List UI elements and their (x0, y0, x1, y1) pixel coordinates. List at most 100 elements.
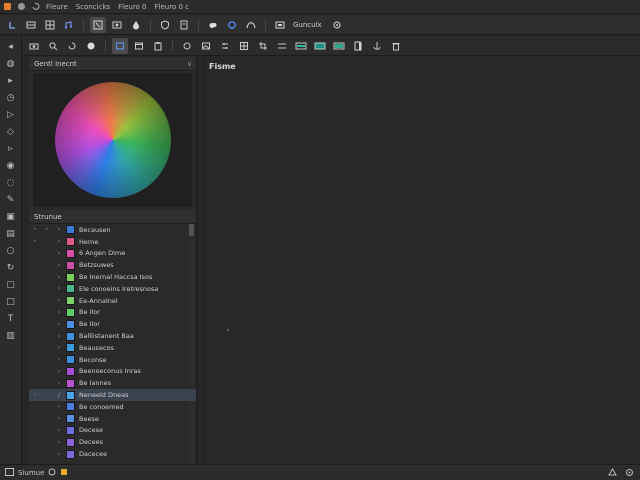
visibility-icon[interactable]: • (29, 392, 41, 399)
movie-icon[interactable] (109, 17, 125, 33)
circle-icon[interactable] (224, 17, 240, 33)
eye-tool-icon[interactable]: ◉ (3, 158, 19, 173)
expand-chevron-icon[interactable]: › (52, 403, 66, 410)
expand-chevron-icon[interactable]: › (52, 333, 66, 340)
layer-row[interactable]: › Dacecee (29, 448, 196, 460)
layers-icon[interactable] (23, 17, 39, 33)
layout-teal-1-icon[interactable] (293, 38, 309, 54)
panel-collapse-icon[interactable]: ∨ (187, 57, 192, 71)
lasso-tool-icon[interactable]: ◌ (3, 175, 19, 190)
layer-row[interactable]: • / Neneeld Dneas (29, 389, 196, 401)
expand-chevron-icon[interactable]: › (52, 321, 66, 328)
square-tool-icon[interactable]: □ (3, 294, 19, 309)
layer-row[interactable]: › 6 Angen Dime (29, 248, 196, 260)
app-logo-icon[interactable] (0, 0, 14, 14)
expand-chevron-icon[interactable]: › (52, 226, 66, 233)
layer-row[interactable]: › Decese (29, 425, 196, 437)
align-icon[interactable] (274, 38, 290, 54)
layer-row[interactable]: › Be Ilor (29, 318, 196, 330)
expand-chevron-icon[interactable]: › (52, 439, 66, 446)
settings-icon[interactable] (329, 17, 345, 33)
layout-teal-2-icon[interactable] (312, 38, 328, 54)
clipboard-icon[interactable] (150, 38, 166, 54)
play-tool-icon[interactable]: ◂ (3, 39, 19, 54)
menu-item-4[interactable]: Fleuro 0 c (151, 0, 193, 14)
expand-chevron-icon[interactable]: › (52, 309, 66, 316)
tag-tool-icon[interactable]: ◇ (3, 124, 19, 139)
layer-row[interactable]: › Decees (29, 436, 196, 448)
globe-icon[interactable] (83, 38, 99, 54)
window-icon[interactable] (131, 38, 147, 54)
sync-status-icon[interactable] (608, 468, 617, 478)
anchor-icon[interactable] (369, 38, 385, 54)
color-wheel[interactable] (54, 82, 171, 198)
cloud-sync-icon[interactable] (205, 17, 221, 33)
cloud-icon[interactable] (14, 0, 28, 14)
pen-tool-icon[interactable]: ✎ (3, 192, 19, 207)
expand-chevron-icon[interactable]: › (52, 285, 66, 292)
refresh-icon[interactable] (28, 0, 42, 14)
layer-row[interactable]: › Beausecos (29, 342, 196, 354)
clock-tool-icon[interactable]: ◷ (3, 90, 19, 105)
expand-chevron-icon[interactable]: › (52, 250, 66, 257)
grid-icon[interactable] (42, 17, 58, 33)
curve-icon[interactable] (243, 17, 259, 33)
status-icon[interactable] (5, 467, 14, 478)
sliders-icon[interactable] (217, 38, 233, 54)
rectangle-select-icon[interactable] (112, 37, 128, 54)
triangle-tool-icon[interactable]: ▷ (3, 107, 19, 122)
layer-row[interactable]: › Be Inernal Haccsa Isos (29, 271, 196, 283)
settings-status-icon[interactable] (625, 468, 634, 479)
select-tool-icon[interactable] (90, 16, 106, 33)
expand-chevron-icon[interactable]: › (52, 262, 66, 269)
layer-row[interactable]: › Betzsuwes (29, 259, 196, 271)
layer-row[interactable]: › Beenoeconus Inras (29, 366, 196, 378)
refresh-tool-icon[interactable]: ↻ (3, 260, 19, 275)
bucket-tool-icon[interactable]: ◍ (3, 56, 19, 71)
layer-row[interactable]: • • › Becausen (29, 224, 196, 236)
expand-chevron-icon[interactable]: › (52, 297, 66, 304)
image-icon[interactable] (198, 38, 214, 54)
play-outline-tool-icon[interactable]: ▹ (3, 141, 19, 156)
zoom-icon[interactable] (45, 38, 61, 54)
layer-row[interactable]: › Balliistanent Baa (29, 330, 196, 342)
ring-icon[interactable] (179, 38, 195, 54)
audio-icon[interactable] (61, 17, 77, 33)
cube-tool-icon[interactable]: ▢ (3, 277, 19, 292)
undo-icon[interactable] (4, 17, 20, 33)
expand-chevron-icon[interactable]: › (52, 238, 66, 245)
edit-icon[interactable]: / (52, 392, 66, 399)
ring-tool-icon[interactable]: ○ (3, 243, 19, 258)
expand-chevron-icon[interactable]: › (52, 427, 66, 434)
refresh-small-icon[interactable] (64, 38, 80, 54)
trash-icon[interactable] (388, 38, 404, 54)
menu-item-2[interactable]: Sconcicks (72, 0, 114, 14)
expand-chevron-icon[interactable]: › (52, 380, 66, 387)
camera-icon[interactable] (26, 38, 42, 54)
layer-row[interactable]: › Beconse (29, 354, 196, 366)
grid-view-icon[interactable] (236, 38, 252, 54)
text-tool-icon[interactable]: T (3, 311, 19, 326)
expand-chevron-icon[interactable]: › (52, 415, 66, 422)
drop-icon[interactable] (128, 17, 144, 33)
layer-row[interactable]: › Beese (29, 413, 196, 425)
layer-row[interactable]: › Be conoemed (29, 401, 196, 413)
status-info-icon[interactable] (48, 468, 56, 478)
expand-chevron-icon[interactable]: › (52, 368, 66, 375)
layer-row[interactable]: › Ele conoeins Iretresnosa (29, 283, 196, 295)
page-icon[interactable] (350, 38, 366, 54)
shield-icon[interactable] (157, 17, 173, 33)
layer-row[interactable]: › Be Iannes (29, 377, 196, 389)
image-tool-icon[interactable]: ▤ (3, 226, 19, 241)
layout-teal-3-icon[interactable] (331, 38, 347, 54)
arrow-tool-icon[interactable]: ▸ (3, 73, 19, 88)
visibility-icon[interactable]: • (29, 226, 41, 233)
visibility-icon[interactable]: • (29, 238, 41, 245)
expand-chevron-icon[interactable]: › (52, 451, 66, 458)
layer-row[interactable]: › Be Ilor (29, 307, 196, 319)
frame-icon[interactable] (272, 17, 288, 33)
menu-item-1[interactable]: Fleure (42, 0, 72, 14)
note-tool-icon[interactable]: ▥ (3, 328, 19, 343)
document-icon[interactable] (176, 17, 192, 33)
layer-row[interactable]: › Ee-Annalnel (29, 295, 196, 307)
